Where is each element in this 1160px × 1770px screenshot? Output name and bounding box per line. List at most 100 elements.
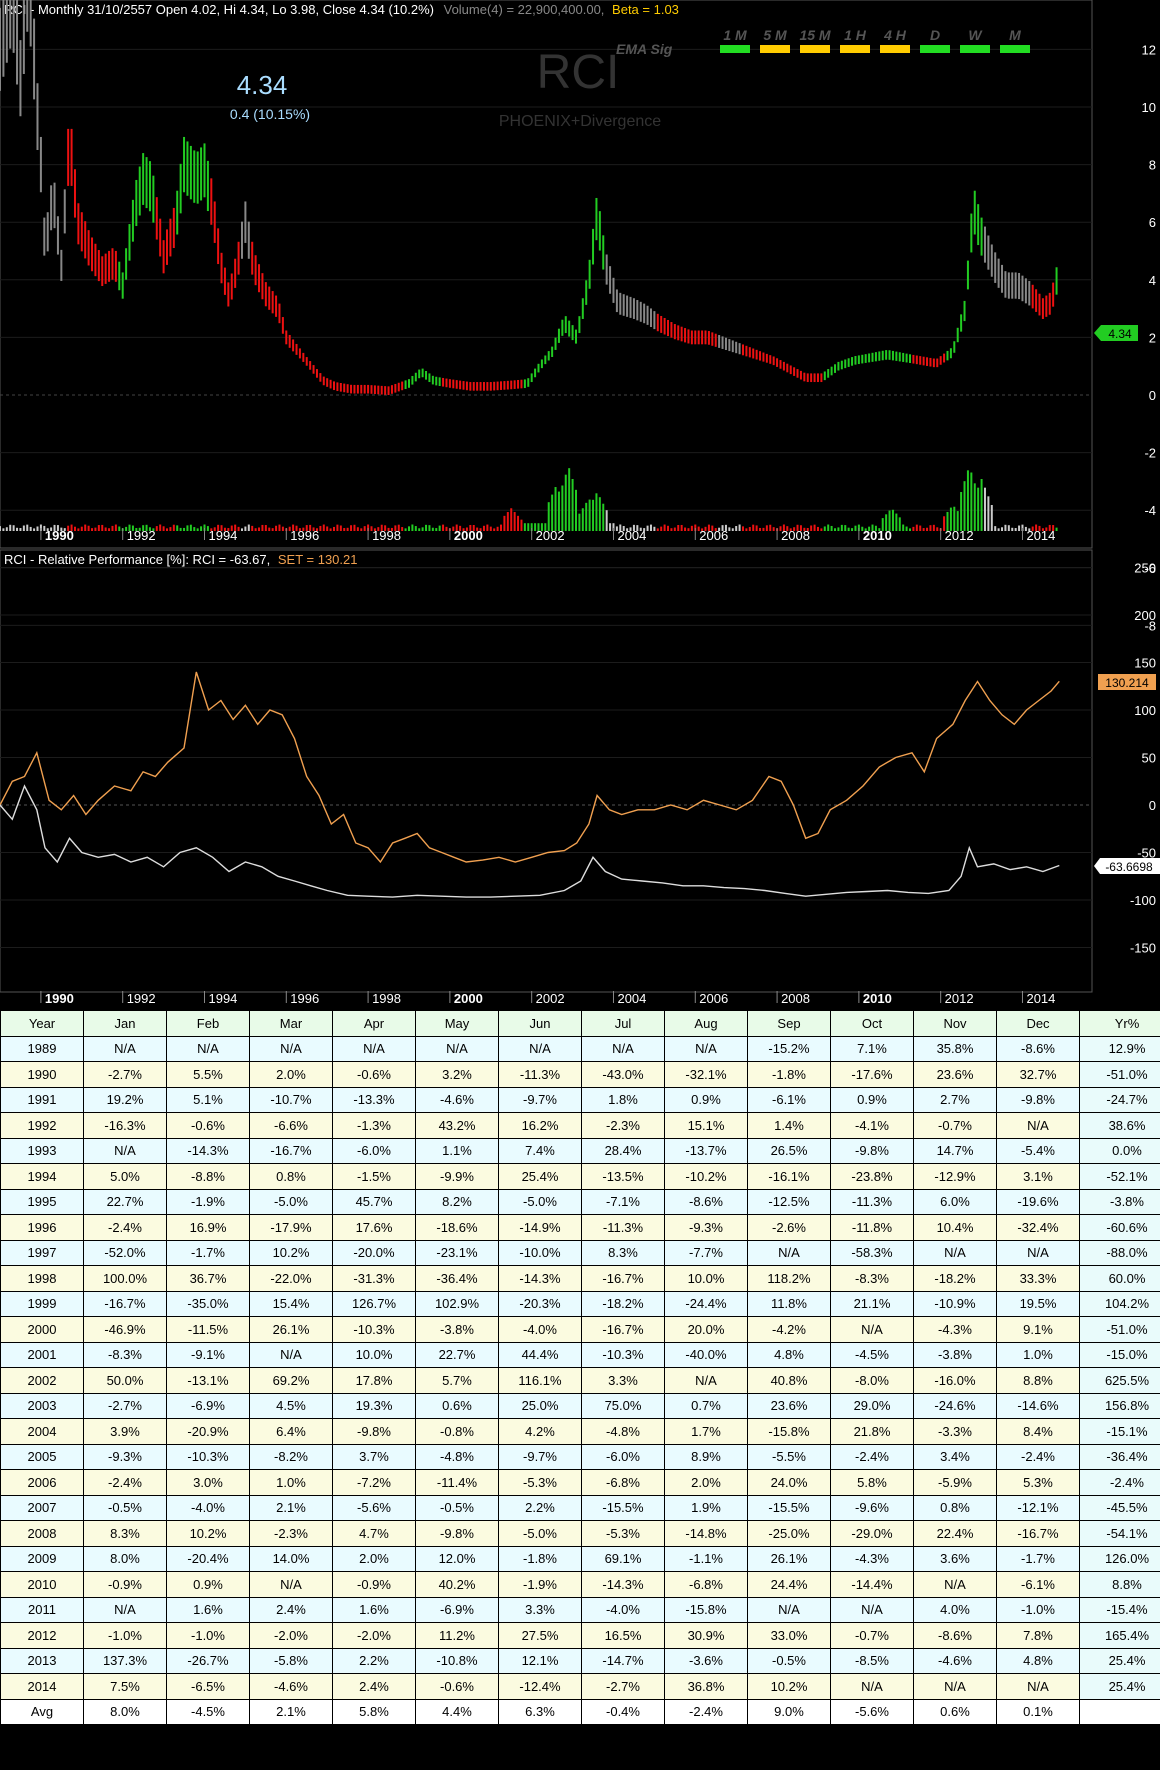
table-cell: 4.4% bbox=[415, 1698, 499, 1725]
table-cell: 0.0% bbox=[1079, 1137, 1160, 1164]
table-cell: -1.7% bbox=[996, 1545, 1080, 1572]
table-cell: 3.7% bbox=[332, 1443, 416, 1470]
table-cell: -1.9% bbox=[166, 1188, 250, 1215]
table-cell: -0.8% bbox=[415, 1418, 499, 1445]
table-cell: 2006 bbox=[0, 1469, 84, 1496]
y-tick-label: -100 bbox=[1130, 893, 1156, 908]
table-cell: 4.5% bbox=[249, 1392, 333, 1419]
table-cell: 4.2% bbox=[498, 1418, 582, 1445]
timeframe-signal bbox=[720, 45, 750, 53]
table-cell: 19.5% bbox=[996, 1290, 1080, 1317]
table-cell: N/A bbox=[581, 1035, 665, 1062]
table-cell: 126.0% bbox=[1079, 1545, 1160, 1572]
table-row: 2006 -2.4% 3.0% 1.0% -7.2% -11.4% -5.3% -6.8% 2.… bbox=[0, 1469, 1160, 1496]
table-cell: 16.9% bbox=[166, 1214, 250, 1241]
table-row: 2001 -8.3% -9.1% N/A 10.0% 22.7% 44.4% -10.3% -4… bbox=[0, 1341, 1160, 1368]
table-cell: 0.9% bbox=[166, 1571, 250, 1598]
table-cell: -15.1% bbox=[1079, 1418, 1160, 1445]
x-tick-label: 1992 bbox=[127, 528, 156, 543]
table-row: 1999 -16.7% -35.0% 15.4% 126.7% 102.9% -20.3% -… bbox=[0, 1290, 1160, 1317]
table-cell: -16.7% bbox=[581, 1265, 665, 1292]
table-cell: -9.6% bbox=[830, 1494, 914, 1521]
y-tick-label: -2 bbox=[1144, 446, 1156, 461]
table-cell: 2007 bbox=[0, 1494, 84, 1521]
timeframe-label: 15 M bbox=[799, 27, 830, 43]
table-cell: 1.8% bbox=[581, 1086, 665, 1113]
table-cell: 0.6% bbox=[913, 1698, 997, 1725]
table-cell: 1993 bbox=[0, 1137, 84, 1164]
table-cell: -9.8% bbox=[415, 1520, 499, 1547]
table-cell: -60.6% bbox=[1079, 1214, 1160, 1241]
table-cell: -2.3% bbox=[581, 1112, 665, 1139]
set-tag-value: 130.214 bbox=[1105, 676, 1149, 690]
table-cell: -15.2% bbox=[747, 1035, 831, 1062]
timeframe-label: 1 M bbox=[723, 27, 747, 43]
table-cell: -0.4% bbox=[581, 1698, 665, 1725]
table-cell: 29.0% bbox=[830, 1392, 914, 1419]
table-cell: -10.3% bbox=[581, 1341, 665, 1368]
table-cell: -4.3% bbox=[913, 1316, 997, 1343]
table-cell: 6.4% bbox=[249, 1418, 333, 1445]
table-cell: -40.0% bbox=[664, 1341, 748, 1368]
table-cell: -10.3% bbox=[332, 1316, 416, 1343]
table-cell: 116.1% bbox=[498, 1367, 582, 1394]
table-cell: -13.3% bbox=[332, 1086, 416, 1113]
info-line: RCI - Monthly 31/10/2557 Open 4.02, Hi 4… bbox=[4, 2, 679, 17]
watermark-sub: PHOENIX+Divergence bbox=[499, 113, 661, 130]
table-cell: -8.2% bbox=[249, 1443, 333, 1470]
table-cell: -36.4% bbox=[415, 1265, 499, 1292]
table-cell: -14.3% bbox=[581, 1571, 665, 1598]
table-cell: 5.0% bbox=[83, 1163, 167, 1190]
table-cell: 19.2% bbox=[83, 1086, 167, 1113]
table-cell: 1995 bbox=[0, 1188, 84, 1215]
table-row: 2000 -46.9% -11.5% 26.1% -10.3% -3.8% -4.0% -16… bbox=[0, 1316, 1160, 1343]
timeframe-signal bbox=[880, 45, 910, 53]
table-cell: 75.0% bbox=[581, 1392, 665, 1419]
table-cell: 5.8% bbox=[332, 1698, 416, 1725]
table-row: 2007 -0.5% -4.0% 2.1% -5.6% -0.5% 2.2% -15.5% 1.… bbox=[0, 1494, 1160, 1521]
table-cell: 2009 bbox=[0, 1545, 84, 1572]
table-cell: -35.0% bbox=[166, 1290, 250, 1317]
table-cell: N/A bbox=[166, 1035, 250, 1062]
x-tick-label: 1994 bbox=[208, 528, 237, 543]
table-row: 1990 -2.7% 5.5% 2.0% -0.6% 3.2% -11.3% -43.0% -3… bbox=[0, 1061, 1160, 1088]
table-row: 1993 N/A -14.3% -16.7% -6.0% 1.1% 7.4% 28.4% -13… bbox=[0, 1137, 1160, 1164]
table-cell: 1999 bbox=[0, 1290, 84, 1317]
rp-title: RCI - Relative Performance [%]: RCI = -6… bbox=[4, 552, 357, 567]
table-cell: -4.0% bbox=[166, 1494, 250, 1521]
table-cell: -15.8% bbox=[747, 1418, 831, 1445]
table-cell: N/A bbox=[83, 1035, 167, 1062]
table-cell: 156.8% bbox=[1079, 1392, 1160, 1419]
table-cell: -0.5% bbox=[415, 1494, 499, 1521]
table-cell: -16.7% bbox=[996, 1520, 1080, 1547]
x-tick-label: 1998 bbox=[372, 528, 401, 543]
y-tick-label: 10 bbox=[1142, 100, 1156, 115]
table-row: 2005 -9.3% -10.3% -8.2% 3.7% -4.8% -9.7% -6.0% 8… bbox=[0, 1443, 1160, 1470]
table-cell: N/A bbox=[747, 1239, 831, 1266]
y-tick-label: 200 bbox=[1134, 608, 1156, 623]
table-cell: 2002 bbox=[0, 1367, 84, 1394]
table-cell: 32.7% bbox=[996, 1061, 1080, 1088]
table-row: 1995 22.7% -1.9% -5.0% 45.7% 8.2% -5.0% -7.1% -8… bbox=[0, 1188, 1160, 1215]
table-cell: 24.0% bbox=[747, 1469, 831, 1496]
table-cell: 100.0% bbox=[83, 1265, 167, 1292]
table-cell: 102.9% bbox=[415, 1290, 499, 1317]
y-tick-label: 8 bbox=[1149, 158, 1156, 173]
table-cell: -12.1% bbox=[996, 1494, 1080, 1521]
table-cell: -12.4% bbox=[498, 1673, 582, 1700]
table-cell: -6.0% bbox=[581, 1443, 665, 1470]
x-tick-label: 2014 bbox=[1026, 528, 1055, 543]
column-header: Yr% bbox=[1079, 1010, 1160, 1037]
table-cell: -4.5% bbox=[166, 1698, 250, 1725]
table-cell: -11.3% bbox=[498, 1061, 582, 1088]
table-cell: 8.3% bbox=[581, 1239, 665, 1266]
y-tick-label: 150 bbox=[1134, 656, 1156, 671]
table-cell: -8.6% bbox=[996, 1035, 1080, 1062]
table-cell: -14.4% bbox=[830, 1571, 914, 1598]
table-cell: 2008 bbox=[0, 1520, 84, 1547]
table-cell: -10.0% bbox=[498, 1239, 582, 1266]
table-cell: 27.5% bbox=[498, 1622, 582, 1649]
table-cell: -4.1% bbox=[830, 1112, 914, 1139]
table-cell: -5.0% bbox=[249, 1188, 333, 1215]
table-cell: 1.6% bbox=[166, 1596, 250, 1623]
